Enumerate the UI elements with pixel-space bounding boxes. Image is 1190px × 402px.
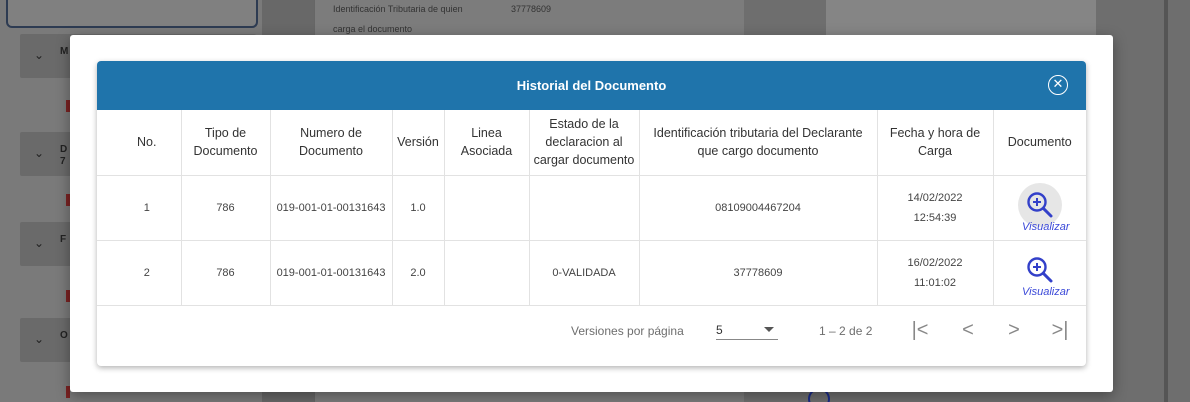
paginator: Versiones por página 5 1 – 2 de 2 |< < >… [97, 306, 1086, 366]
time-value: 12:54:39 [913, 211, 957, 224]
time-value: 11:01:02 [913, 276, 956, 289]
page-size-value: 5 [716, 322, 723, 337]
background-card [826, 0, 1096, 40]
visualize-button[interactable]: Visualizar [996, 248, 1085, 298]
cell-fecha: 14/02/2022 12:54:39 [877, 175, 994, 241]
cell-documento: Visualizar [993, 240, 1086, 306]
accordion-label: O [60, 330, 68, 341]
chevron-down-icon: ⌄ [34, 236, 45, 250]
table-row: 1 786 019-001-01-00131643 1.0 0810900446… [97, 175, 1086, 241]
history-dialog: Historial del Documento ✕ No. Tipo de Do… [70, 35, 1113, 392]
field-label: Identificación Tributaria de quien [333, 4, 463, 14]
column-header-tipo: Tipo de Documento [181, 110, 271, 176]
field-value: 37778609 [511, 4, 552, 14]
chevron-down-icon: ⌄ [34, 48, 45, 62]
cell-estado [529, 175, 640, 241]
first-page-button[interactable]: |< [907, 318, 933, 344]
page-size-select[interactable]: 5 [716, 318, 778, 340]
cell-identificacion: 37778609 [639, 240, 878, 306]
last-page-button[interactable]: >| [1047, 318, 1073, 344]
cell-numero: 019-001-01-00131643 [270, 240, 393, 306]
sidebar-top-box [6, 0, 258, 28]
last-page-icon: >| [1051, 318, 1069, 341]
cell-no: 1 [97, 175, 182, 241]
next-page-button[interactable]: > [1001, 318, 1027, 344]
table-header-row: No. Tipo de Documento Numero de Document… [97, 110, 1086, 176]
cell-numero: 019-001-01-00131643 [270, 175, 393, 241]
column-header-numero: Numero de Documento [270, 110, 393, 176]
cell-fecha: 16/02/2022 11:01:02 [877, 240, 994, 306]
cell-identificacion: 08109004467204 [639, 175, 878, 241]
visualize-button[interactable]: Visualizar [996, 182, 1085, 233]
accordion-label: M [60, 46, 69, 57]
visualize-link[interactable]: Visualizar [1022, 286, 1070, 298]
table-row: 2 786 019-001-01-00131643 2.0 0-VALIDADA… [97, 240, 1086, 306]
accordion-label: F [60, 234, 67, 245]
cell-tipo: 786 [181, 175, 271, 241]
cell-documento: Visualizar [993, 175, 1086, 241]
column-header-version: Versión [392, 110, 445, 176]
chevron-left-icon: < [962, 318, 974, 341]
column-header-linea: Linea Asociada [444, 110, 530, 176]
cell-tipo: 786 [181, 240, 271, 306]
scrollbar[interactable] [1164, 0, 1168, 402]
history-panel: Historial del Documento ✕ No. Tipo de Do… [97, 61, 1086, 366]
cell-linea [444, 175, 530, 241]
cell-version: 2.0 [392, 240, 445, 306]
dropdown-arrow-icon [764, 326, 774, 332]
close-button[interactable]: ✕ [1048, 75, 1068, 95]
chevron-down-icon: ⌄ [34, 146, 45, 160]
cell-version: 1.0 [392, 175, 445, 241]
cell-estado: 0-VALIDADA [529, 240, 640, 306]
column-header-estado: Estado de la declaracion al cargar docum… [529, 110, 640, 176]
accordion-label: D 7 [60, 144, 68, 167]
field-label-continuation: carga el documento [333, 24, 413, 34]
column-header-no: No. [97, 110, 182, 176]
column-header-fecha: Fecha y hora de Carga [877, 110, 994, 176]
visualize-link[interactable]: Visualizar [1022, 221, 1070, 233]
column-header-documento: Documento [993, 110, 1086, 176]
chevron-right-icon: > [1008, 318, 1020, 341]
previous-page-button[interactable]: < [955, 318, 981, 344]
close-icon: ✕ [1052, 76, 1064, 91]
page-range: 1 – 2 de 2 [819, 323, 873, 338]
cell-no: 2 [97, 240, 182, 306]
history-table: No. Tipo de Documento Numero de Document… [97, 110, 1086, 306]
cell-linea [444, 240, 530, 306]
page-size-label: Versiones por página [571, 323, 684, 338]
date-value: 14/02/2022 [907, 191, 963, 204]
column-header-identificacion: Identificación tributaria del Declarante… [639, 110, 878, 176]
dialog-title: Historial del Documento [516, 78, 667, 93]
dialog-header: Historial del Documento ✕ [97, 61, 1086, 110]
date-value: 16/02/2022 [907, 256, 963, 269]
chevron-down-icon: ⌄ [34, 332, 45, 346]
first-page-icon: |< [911, 318, 929, 341]
